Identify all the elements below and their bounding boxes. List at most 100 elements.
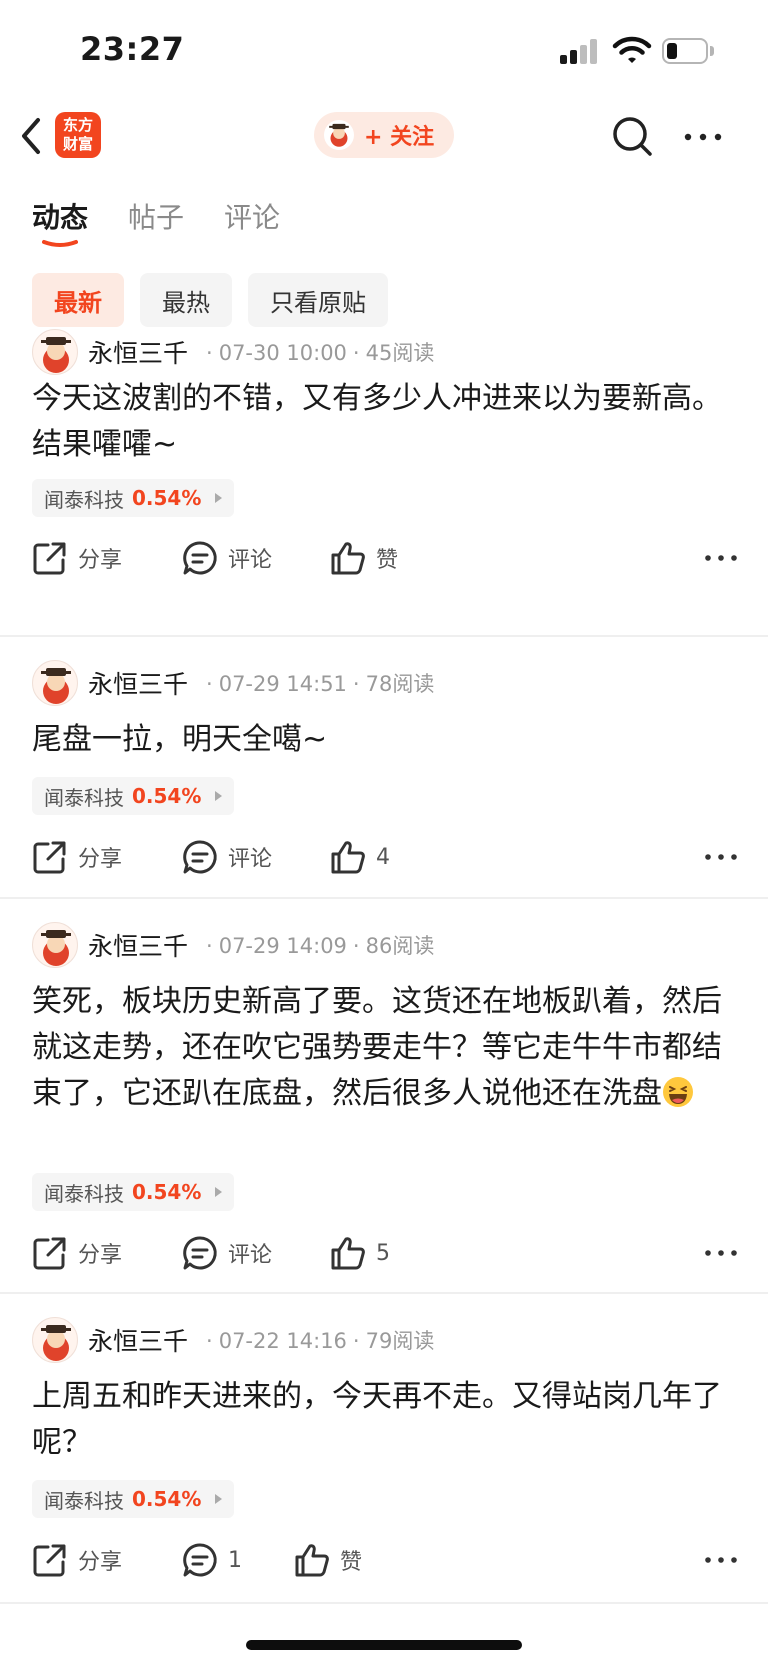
post-item[interactable]: 永恒三千 · 07-29 14:51 · 78阅读 尾盘一拉，明天全噶~ 闻泰科技 0… <box>0 637 768 899</box>
stock-tag[interactable]: 闻泰科技 0.54% <box>32 479 235 517</box>
tab-underline-indicator <box>42 240 78 247</box>
share-button[interactable]: 分享 <box>32 835 122 879</box>
comment-icon <box>183 541 217 575</box>
filter-original-only[interactable]: 只看原贴 <box>248 273 388 327</box>
thumbs-up-icon <box>295 1544 329 1577</box>
post-text-content: 笑死，板块历史新高了要。这货还在地板趴着，然后就这走势，还在吹它强势要走牛？等它… <box>32 984 722 1111</box>
comment-button[interactable]: 评论 <box>182 1231 272 1275</box>
post-actions: 分享 评论 赞 <box>32 536 738 580</box>
caishen-avatar-icon <box>324 120 354 150</box>
status-bar: 23:27 <box>0 0 768 100</box>
post-date: 07-29 14:51 <box>218 672 347 696</box>
post-text[interactable]: 上周五和昨天进来的，今天再不走。又得站岗几年了呢？ <box>32 1374 738 1466</box>
comment-label: 评论 <box>228 548 273 573</box>
tab-activity[interactable]: 动态 <box>32 196 88 256</box>
stock-change: 0.54% <box>132 486 202 510</box>
stock-tag[interactable]: 闻泰科技 0.54% <box>32 1480 235 1518</box>
author-avatar[interactable] <box>32 329 78 375</box>
stock-arrow-icon <box>215 791 223 801</box>
author-name[interactable]: 永恒三千 <box>88 1322 188 1358</box>
post-more-icon[interactable] <box>704 845 738 869</box>
stock-arrow-icon <box>215 493 223 503</box>
author-avatar[interactable] <box>32 1317 78 1363</box>
back-arrow-icon[interactable] <box>16 116 48 156</box>
more-options-icon[interactable] <box>683 124 723 150</box>
comment-button[interactable]: 评论 <box>182 536 272 580</box>
battery-icon <box>662 38 714 64</box>
logo-line-2: 财富 <box>62 135 93 153</box>
share-button[interactable]: 分享 <box>32 1231 122 1275</box>
thumbs-up-icon <box>331 1237 365 1270</box>
like-button[interactable]: 赞 <box>330 536 398 580</box>
post-header: 永恒三千 · 07-22 14:16 · 79阅读 <box>32 1317 434 1363</box>
tab-posts[interactable]: 帖子 <box>128 196 184 256</box>
wifi-icon <box>612 36 652 63</box>
share-label: 分享 <box>78 548 123 573</box>
tab-activity-label: 动态 <box>32 201 89 234</box>
share-icon <box>33 1237 66 1270</box>
comment-button[interactable]: 评论 <box>182 835 272 879</box>
thumbs-up-icon <box>331 841 365 874</box>
status-time: 23:27 <box>80 30 185 68</box>
stock-name: 闻泰科技 <box>44 1181 124 1206</box>
author-avatar[interactable] <box>32 922 78 968</box>
like-label: 4 <box>376 844 390 870</box>
post-more-icon[interactable] <box>704 546 738 570</box>
share-label: 分享 <box>78 1550 123 1575</box>
post-reads: 79阅读 <box>365 1329 435 1353</box>
post-item[interactable]: 永恒三千 · 07-22 14:16 · 79阅读 上周五和昨天进来的，今天再不走。又… <box>0 1294 768 1604</box>
search-icon[interactable] <box>610 114 656 160</box>
post-item[interactable]: 永恒三千 · 07-30 10:00 · 45阅读 今天这波割的不错，又有多少人冲进来… <box>0 329 768 637</box>
like-button[interactable]: 赞 <box>294 1538 362 1582</box>
like-button[interactable]: 4 <box>330 835 390 879</box>
share-icon <box>33 542 66 575</box>
post-reads: 86阅读 <box>365 934 435 958</box>
stock-change: 0.54% <box>132 1180 202 1204</box>
share-icon <box>33 1544 66 1577</box>
tab-comments[interactable]: 评论 <box>224 196 280 256</box>
post-text[interactable]: 今天这波割的不错，又有多少人冲进来以为要新高。结果嚯嚯~ <box>32 376 738 468</box>
stock-tag[interactable]: 闻泰科技 0.54% <box>32 1173 235 1211</box>
post-meta: · 07-22 14:16 · 79阅读 <box>206 1329 435 1353</box>
post-actions: 分享 评论 5 <box>32 1231 738 1275</box>
laughing-emoji-icon <box>663 1077 693 1107</box>
post-text[interactable]: 笑死，板块历史新高了要。这货还在地板趴着，然后就这走势，还在吹它强势要走牛？等它… <box>32 979 738 1117</box>
post-header: 永恒三千 · 07-29 14:51 · 78阅读 <box>32 660 434 706</box>
logo-line-1: 东方 <box>62 116 93 134</box>
post-date: 07-22 14:16 <box>218 1329 347 1353</box>
tab-bar: 动态 帖子 评论 <box>32 196 320 256</box>
post-meta: · 07-29 14:09 · 86阅读 <box>206 934 435 958</box>
stock-tag[interactable]: 闻泰科技 0.54% <box>32 777 235 815</box>
author-name[interactable]: 永恒三千 <box>88 665 188 701</box>
like-button[interactable]: 5 <box>330 1231 390 1275</box>
comment-icon <box>183 840 217 874</box>
eastmoney-logo[interactable]: 东方 财富 <box>55 112 101 158</box>
post-date: 07-29 14:09 <box>218 934 347 958</box>
comment-icon <box>183 1543 217 1577</box>
home-indicator[interactable] <box>246 1640 522 1650</box>
post-reads: 45阅读 <box>365 341 435 365</box>
author-avatar[interactable] <box>32 660 78 706</box>
author-name[interactable]: 永恒三千 <box>88 927 188 963</box>
stock-change: 0.54% <box>132 1487 202 1511</box>
share-button[interactable]: 分享 <box>32 1538 122 1582</box>
comment-label: 评论 <box>228 1243 273 1268</box>
filter-hottest[interactable]: 最热 <box>140 273 232 327</box>
post-header: 永恒三千 · 07-29 14:09 · 86阅读 <box>32 922 434 968</box>
filter-chips: 最新 最热 只看原贴 <box>32 273 388 327</box>
author-name[interactable]: 永恒三千 <box>88 334 188 370</box>
comment-icon <box>183 1236 217 1270</box>
filter-latest[interactable]: 最新 <box>32 273 124 327</box>
share-button[interactable]: 分享 <box>32 536 122 580</box>
follow-button[interactable]: + 关注 <box>314 112 454 158</box>
post-item[interactable]: 永恒三千 · 07-29 14:09 · 86阅读 笑死，板块历史新高了要。这货还在地… <box>0 899 768 1294</box>
like-label: 赞 <box>376 548 399 573</box>
comment-button[interactable]: 1 <box>182 1538 242 1582</box>
stock-name: 闻泰科技 <box>44 487 124 512</box>
post-more-icon[interactable] <box>704 1241 738 1265</box>
post-header: 永恒三千 · 07-30 10:00 · 45阅读 <box>32 329 434 375</box>
post-actions: 分享 评论 4 <box>32 835 738 879</box>
post-text[interactable]: 尾盘一拉，明天全噶~ <box>32 717 738 763</box>
post-reads: 78阅读 <box>365 672 435 696</box>
post-more-icon[interactable] <box>704 1548 738 1572</box>
